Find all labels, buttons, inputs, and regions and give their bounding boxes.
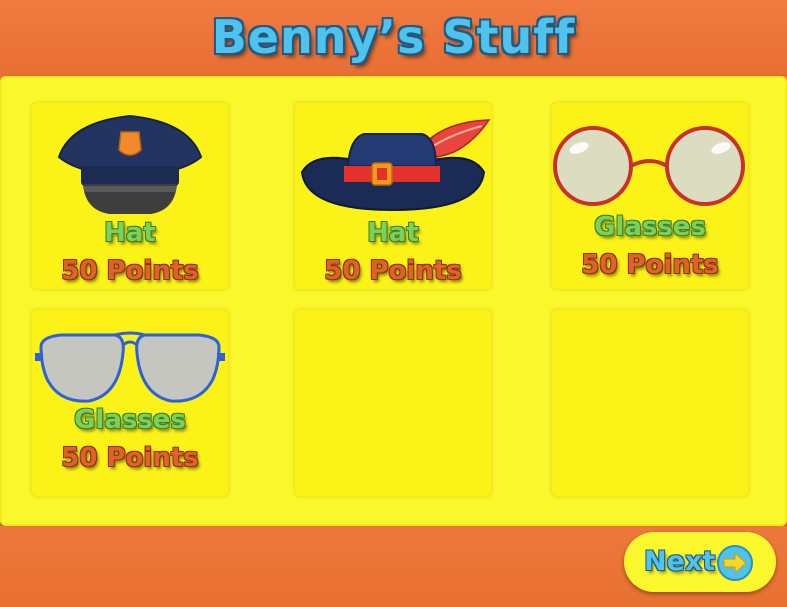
item-points: 50 Points	[324, 256, 462, 286]
inventory-slot-3[interactable]: Glasses 50 Points	[551, 102, 749, 290]
inventory-slot-1[interactable]: Hat 50 Points	[31, 102, 229, 290]
inventory-slot-5-empty[interactable]	[294, 309, 492, 497]
page-title: Benny’s Stuff	[211, 10, 576, 64]
arrow-right-icon	[717, 545, 753, 581]
item-name: Hat	[367, 218, 419, 248]
item-name: Glasses	[74, 405, 186, 435]
item-points: 50 Points	[61, 443, 199, 473]
header-bar: Benny’s Stuff	[0, 0, 787, 76]
round-glasses-icon	[553, 126, 745, 206]
item-points: 50 Points	[61, 256, 199, 286]
inventory-slot-4[interactable]: Glasses 50 Points	[31, 309, 229, 497]
police-hat-icon	[57, 114, 203, 214]
item-name: Glasses	[594, 212, 706, 242]
inventory-slot-6-empty[interactable]	[551, 309, 749, 497]
inventory-slot-2[interactable]: Hat 50 Points	[294, 102, 492, 290]
item-name: Hat	[104, 218, 156, 248]
feathered-hat-icon	[300, 119, 491, 212]
next-button-label: Next	[644, 546, 716, 577]
item-points: 50 Points	[581, 250, 719, 280]
next-button[interactable]: Next	[624, 532, 776, 592]
